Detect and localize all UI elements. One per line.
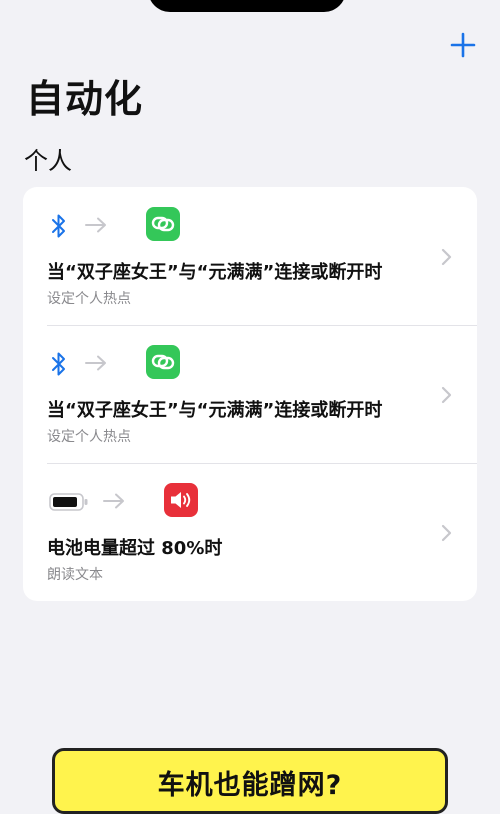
arrow-right-icon	[85, 217, 106, 233]
automation-row[interactable]: 当“双子座女王”与“元满满”连接或断开时 设定个人热点	[23, 187, 477, 325]
automation-list: 当“双子座女王”与“元满满”连接或断开时 设定个人热点 当“双子座女王”与“元满…	[23, 187, 477, 601]
section-title: 个人	[24, 147, 72, 175]
automation-title: 当“双子座女王”与“元满满”连接或断开时	[47, 262, 383, 283]
arrow-right-icon	[85, 355, 106, 371]
bluetooth-icon	[52, 352, 65, 376]
dynamic-island	[148, 0, 346, 12]
automation-icons	[47, 345, 247, 381]
plus-icon	[450, 32, 476, 58]
page-title: 自动化	[26, 77, 144, 121]
add-automation-button[interactable]	[450, 32, 476, 58]
arrow-right-icon	[103, 493, 124, 509]
promo-banner-text: 车机也能蹭网?	[157, 770, 343, 801]
chevron-right-icon	[441, 386, 452, 404]
battery-icon	[49, 493, 88, 511]
automation-subtitle: 设定个人热点	[47, 429, 131, 445]
hotspot-link-icon	[146, 345, 180, 379]
chevron-right-icon	[441, 248, 452, 266]
automation-row[interactable]: 当“双子座女王”与“元满满”连接或断开时 设定个人热点	[23, 325, 477, 463]
speaker-icon	[164, 483, 198, 517]
hotspot-link-icon	[146, 207, 180, 241]
automation-icons	[47, 483, 247, 519]
automation-title: 电池电量超过 80%时	[47, 538, 223, 559]
promo-banner: 车机也能蹭网?	[52, 748, 448, 814]
chevron-right-icon	[441, 524, 452, 542]
automation-row[interactable]: 电池电量超过 80%时 朗读文本	[23, 463, 477, 601]
automation-subtitle: 设定个人热点	[47, 291, 131, 307]
automation-icons	[47, 207, 247, 243]
automation-subtitle: 朗读文本	[47, 567, 103, 583]
bluetooth-icon	[52, 214, 65, 238]
automation-title: 当“双子座女王”与“元满满”连接或断开时	[47, 400, 383, 421]
